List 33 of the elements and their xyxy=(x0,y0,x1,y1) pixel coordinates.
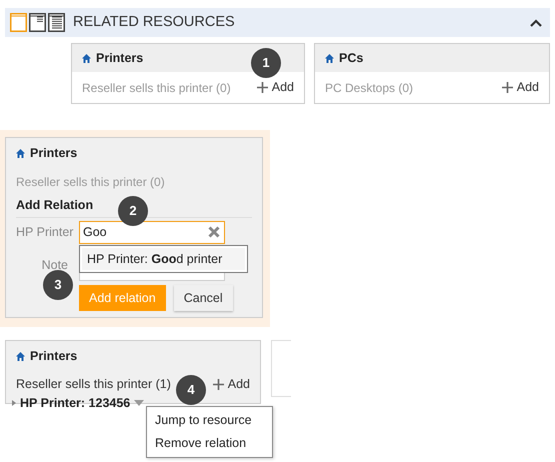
clear-icon[interactable] xyxy=(208,226,220,238)
expand-icon[interactable] xyxy=(12,400,16,406)
home-icon xyxy=(16,352,25,361)
add-button[interactable]: Add xyxy=(502,78,539,97)
dropdown-caret-icon[interactable] xyxy=(134,400,144,406)
layout-icon[interactable] xyxy=(48,13,65,32)
panel-title: Printers xyxy=(30,348,78,365)
add-button[interactable]: Add xyxy=(212,374,250,394)
related-item[interactable]: HP Printer: 123456 xyxy=(20,394,130,412)
home-icon xyxy=(82,54,91,62)
plus-icon xyxy=(256,82,268,93)
section-title: RELATED RESOURCES xyxy=(73,12,236,32)
resource-card xyxy=(271,340,291,397)
relation-label: PC Desktops (0) xyxy=(325,80,414,96)
card-title: PCs xyxy=(339,50,364,67)
menu-item[interactable]: Jump to resource xyxy=(147,409,272,432)
relation-label: Reseller sells this printer (0) xyxy=(82,80,231,96)
relation-label: Reseller sells this printer (0) xyxy=(16,174,166,191)
layout-icon[interactable] xyxy=(29,13,46,32)
relation-label: Reseller sells this printer (1) xyxy=(16,376,171,393)
home-icon xyxy=(16,148,25,158)
search-field[interactable]: Goo xyxy=(79,220,225,244)
plus-icon xyxy=(502,82,513,93)
cancel-button[interactable]: Cancel xyxy=(174,284,233,312)
chevron-up-icon[interactable] xyxy=(530,18,542,26)
panel-title: Printers xyxy=(30,145,78,162)
home-icon xyxy=(325,54,334,62)
card-title: Printers xyxy=(96,50,144,67)
field-label: HP Printer xyxy=(15,224,74,241)
add-button[interactable]: Add xyxy=(256,78,294,97)
suggestion-item[interactable]: HP Printer: Good printer xyxy=(82,248,245,270)
menu-item[interactable]: Remove relation xyxy=(147,432,272,454)
plus-icon xyxy=(212,378,224,390)
